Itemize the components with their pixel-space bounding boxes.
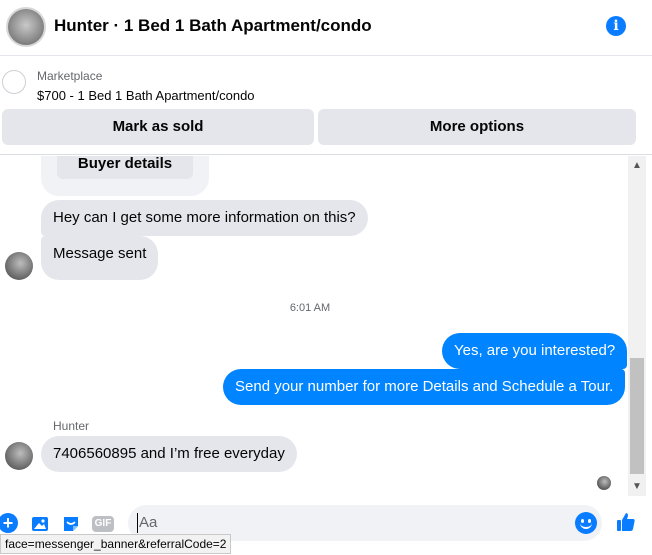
plus-icon[interactable]: + <box>0 513 18 533</box>
scroll-up-arrow-icon[interactable]: ▲ <box>632 160 642 171</box>
more-options-button[interactable]: More options <box>318 109 636 145</box>
buyer-details-card: Buyer details <box>41 156 209 196</box>
emoji-icon[interactable] <box>575 512 597 534</box>
scrollbar-thumb[interactable] <box>630 358 644 474</box>
conversation-header: Hunter · 1 Bed 1 Bath Apartment/condo i <box>0 0 652 56</box>
message-bubble[interactable]: Send your number for more Details and Sc… <box>223 369 626 405</box>
info-icon[interactable]: i <box>606 16 626 36</box>
seen-receipt-avatar <box>597 476 611 490</box>
text-caret <box>137 513 138 533</box>
message-bubble[interactable]: Hey can I get some more information on t… <box>41 200 368 236</box>
thread-scrollbar[interactable]: ▲ ▼ <box>628 156 646 496</box>
listing-thumbnail[interactable] <box>2 70 26 94</box>
scroll-down-arrow-icon[interactable]: ▼ <box>632 481 642 492</box>
contact-avatar[interactable] <box>6 7 46 47</box>
browser-status-url: face=messenger_banner&referralCode=2 <box>0 534 232 554</box>
sticker-icon[interactable] <box>61 514 81 534</box>
conversation-title[interactable]: Hunter · 1 Bed 1 Bath Apartment/condo <box>54 16 372 36</box>
buyer-details-button[interactable]: Buyer details <box>57 156 193 179</box>
listing-title[interactable]: $700 - 1 Bed 1 Bath Apartment/condo <box>37 88 255 103</box>
marketplace-label: Marketplace <box>37 69 103 83</box>
message-input-placeholder: Aa <box>139 514 158 531</box>
mark-as-sold-button[interactable]: Mark as sold <box>2 109 314 145</box>
gif-icon[interactable]: GIF <box>92 516 114 532</box>
sender-avatar[interactable] <box>5 442 33 470</box>
message-bubble[interactable]: Message sent <box>41 236 159 280</box>
sender-name: Hunter <box>53 419 90 433</box>
like-icon[interactable] <box>615 511 637 533</box>
message-timestamp: 6:01 AM <box>289 302 331 314</box>
message-bubble[interactable]: 7406560895 and I’m free everyday <box>41 436 297 472</box>
sender-avatar[interactable] <box>5 252 33 280</box>
message-bubble[interactable]: Yes, are you interested? <box>442 333 628 369</box>
photo-icon[interactable] <box>30 514 50 534</box>
message-thread[interactable]: Buyer details Hey can I get some more in… <box>0 156 628 496</box>
marketplace-banner: Marketplace $700 - 1 Bed 1 Bath Apartmen… <box>0 57 652 155</box>
